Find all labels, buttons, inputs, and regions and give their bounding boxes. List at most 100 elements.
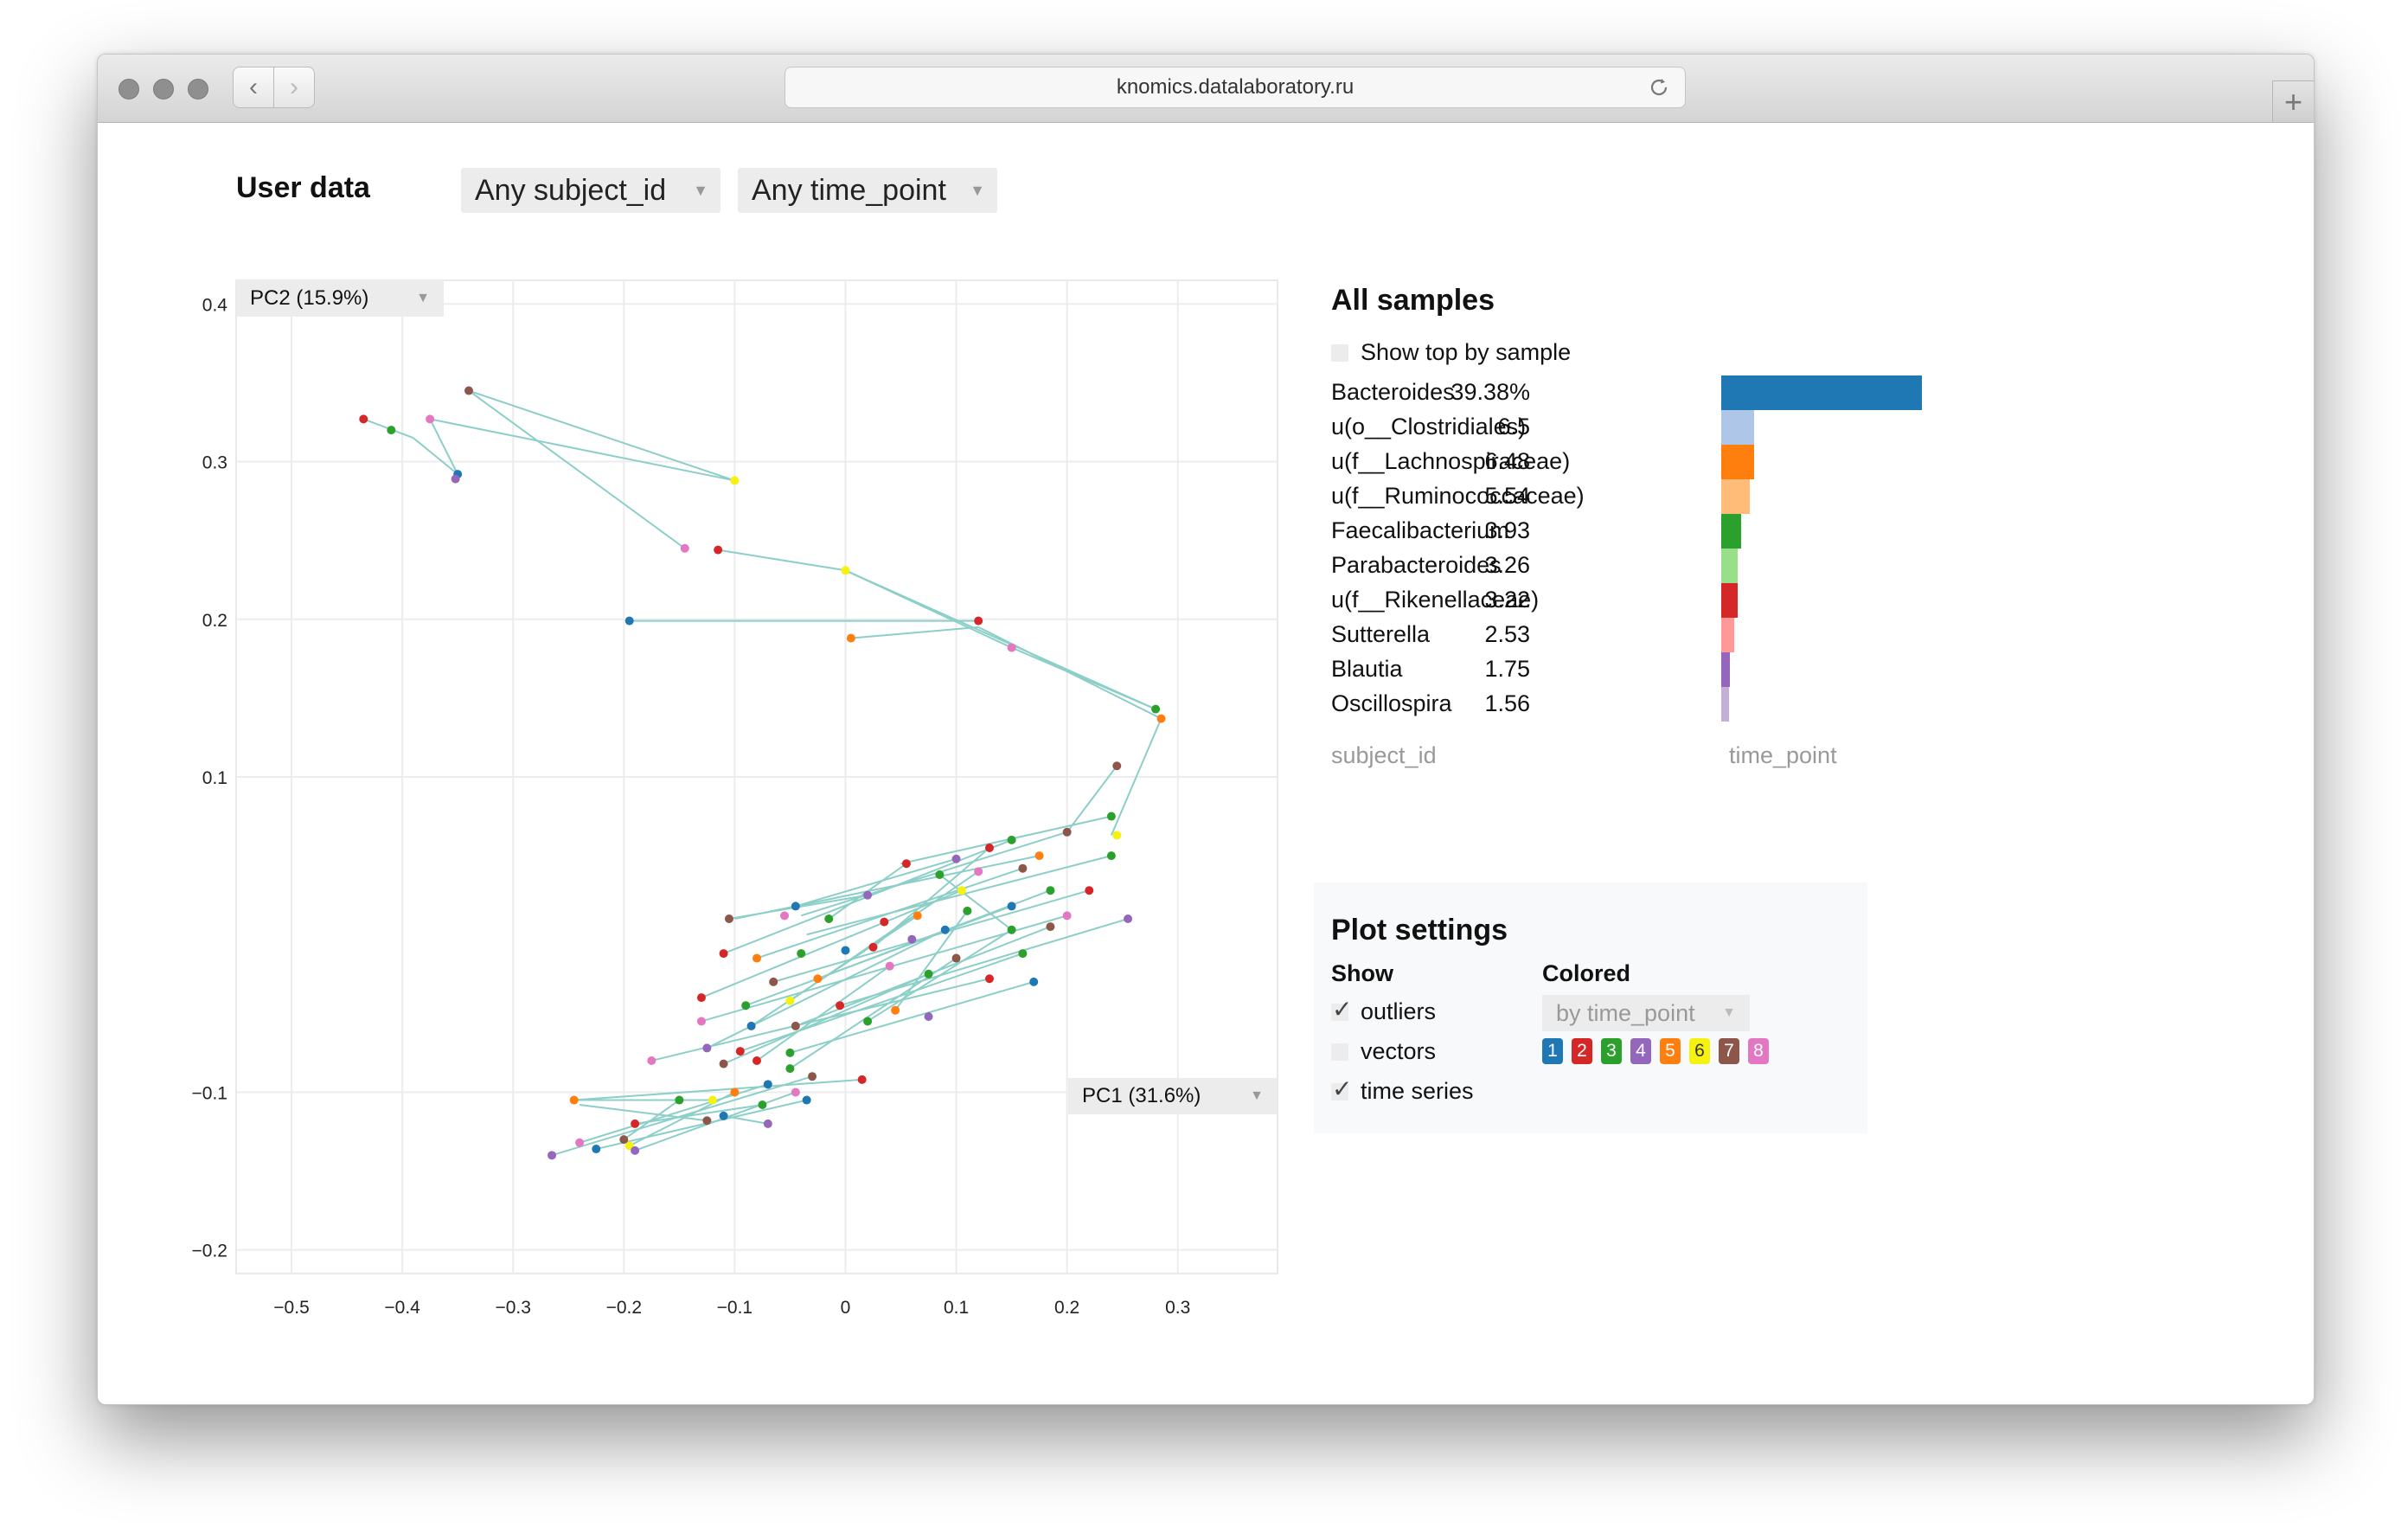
show-top-checkbox[interactable]: Show top by sample: [1331, 339, 1571, 366]
sample-point: [1106, 851, 1116, 861]
time-series-vector: [551, 1075, 813, 1157]
time-point-swatch[interactable]: 6: [1689, 1038, 1710, 1064]
taxon-bar[interactable]: [1721, 410, 1755, 445]
sample-point: [719, 949, 728, 959]
sample-point: [924, 969, 933, 979]
taxon-row[interactable]: u(f__Rikenellaceae) 3.22: [1331, 583, 1937, 618]
sample-point: [863, 1017, 873, 1026]
sample-point: [780, 911, 790, 921]
taxon-row[interactable]: u(f__Lachnospiraceae) 6.48: [1331, 445, 1937, 479]
taxon-row[interactable]: Parabacteroides 3.26: [1331, 549, 1937, 583]
time-series-vector: [938, 874, 1013, 931]
sample-point: [857, 1075, 867, 1084]
sample-point: [924, 1011, 933, 1021]
sample-point: [730, 476, 740, 485]
taxon-row[interactable]: Blautia 1.75: [1331, 652, 1937, 687]
sample-point: [813, 974, 823, 984]
sample-point: [719, 1059, 728, 1068]
sample-point: [464, 386, 473, 395]
y-axis-select[interactable]: PC2 (15.9%) ▼: [236, 280, 444, 317]
sample-point: [426, 414, 435, 424]
sample-point: [824, 914, 834, 923]
sample-point: [680, 543, 689, 553]
sample-point: [907, 934, 917, 944]
time-point-swatch[interactable]: 2: [1572, 1038, 1592, 1064]
address-bar[interactable]: knomics.datalaboratory.ru: [785, 67, 1686, 108]
checkbox-checked[interactable]: [1331, 995, 1352, 1023]
x-axis-select[interactable]: PC1 (31.6%) ▼: [1068, 1078, 1278, 1114]
time-series-vector: [977, 626, 1162, 720]
y-tick-label: −0.1: [192, 1083, 227, 1103]
outliers-checkbox[interactable]: outliers: [1331, 995, 1436, 1025]
sample-point: [1018, 863, 1028, 873]
new-tab-button[interactable]: +: [2272, 80, 2314, 122]
sample-point: [592, 1145, 601, 1154]
reload-icon[interactable]: [1647, 75, 1671, 99]
sample-point: [696, 993, 706, 1003]
checkbox-box[interactable]: [1331, 343, 1348, 362]
back-button[interactable]: ‹: [233, 67, 274, 108]
taxon-value: 1.56: [1484, 690, 1530, 716]
taxon-bar[interactable]: [1721, 514, 1742, 549]
checkbox-checked[interactable]: [1331, 1075, 1352, 1103]
vectors-checkbox[interactable]: vectors: [1331, 1038, 1436, 1065]
taxon-row[interactable]: u(o__Clostridiales) 6.5: [1331, 410, 1937, 445]
time-series-vector: [718, 549, 846, 572]
x-tick-label: 0.1: [944, 1298, 969, 1318]
taxon-bar[interactable]: [1721, 479, 1750, 514]
taxon-row[interactable]: Faecalibacterium 3.93: [1331, 514, 1937, 549]
taxon-bar[interactable]: [1721, 549, 1739, 583]
close-window-button[interactable]: [118, 79, 139, 99]
taxon-name: Bacteroides: [1331, 379, 1455, 405]
time-series-vector: [723, 1114, 768, 1125]
sample-point: [791, 1088, 800, 1097]
sample-point: [913, 911, 922, 921]
plot-settings-title: Plot settings: [1331, 914, 1508, 946]
taxon-row[interactable]: Oscillospira 1.56: [1331, 687, 1937, 722]
sample-point: [752, 1056, 761, 1065]
all-samples-title: All samples: [1331, 284, 1495, 317]
taxon-row[interactable]: Sutterella 2.53: [1331, 618, 1937, 652]
sample-point: [675, 1095, 684, 1105]
time-point-swatch[interactable]: 7: [1719, 1038, 1739, 1064]
caret-down-icon: ▼: [1722, 1005, 1736, 1020]
time-point-swatch[interactable]: 5: [1660, 1038, 1681, 1064]
time-point-swatch[interactable]: 8: [1748, 1038, 1769, 1064]
taxon-value: 2.53: [1484, 621, 1530, 647]
sample-point: [791, 1021, 800, 1030]
sample-point: [1007, 835, 1016, 844]
vectors-label: vectors: [1361, 1038, 1437, 1064]
time-series-checkbox[interactable]: time series: [1331, 1075, 1474, 1105]
browser-titlebar: ‹ › knomics.datalaboratory.ru +: [98, 55, 2314, 123]
color-by-select[interactable]: by time_point ▼: [1542, 995, 1750, 1031]
sample-point: [631, 1145, 640, 1155]
taxon-row[interactable]: Bacteroides 39.38%: [1331, 375, 1937, 410]
taxon-bar[interactable]: [1721, 687, 1730, 722]
minimize-window-button[interactable]: [153, 79, 174, 99]
sample-point: [730, 1088, 740, 1097]
taxon-bar[interactable]: [1721, 618, 1734, 652]
sample-point: [1112, 831, 1122, 840]
forward-button[interactable]: ›: [273, 67, 315, 108]
zoom-window-button[interactable]: [188, 79, 208, 99]
sample-point: [724, 914, 733, 923]
show-heading: Show: [1331, 960, 1393, 986]
legend-time-point[interactable]: time_point: [1729, 742, 1837, 769]
taxon-bar[interactable]: [1721, 583, 1738, 618]
checkbox-box[interactable]: [1331, 1043, 1348, 1061]
sample-point: [1007, 643, 1016, 652]
taxon-bar[interactable]: [1721, 445, 1755, 479]
sample-point: [868, 942, 878, 952]
sample-point: [1034, 851, 1044, 861]
time-point-swatch[interactable]: 4: [1630, 1038, 1651, 1064]
sample-point: [891, 1005, 900, 1015]
caret-down-icon: ▼: [1250, 1088, 1264, 1103]
taxon-bar[interactable]: [1721, 652, 1731, 687]
y-axis-label: PC2 (15.9%): [250, 286, 369, 310]
legend-subject-id[interactable]: subject_id: [1331, 742, 1437, 769]
taxon-row[interactable]: u(f__Ruminococcaceae) 5.54: [1331, 479, 1937, 514]
time-point-swatch[interactable]: 3: [1601, 1038, 1622, 1064]
taxon-bar[interactable]: [1721, 375, 1922, 410]
time-point-swatch[interactable]: 1: [1542, 1038, 1563, 1064]
sample-point: [1029, 977, 1039, 986]
